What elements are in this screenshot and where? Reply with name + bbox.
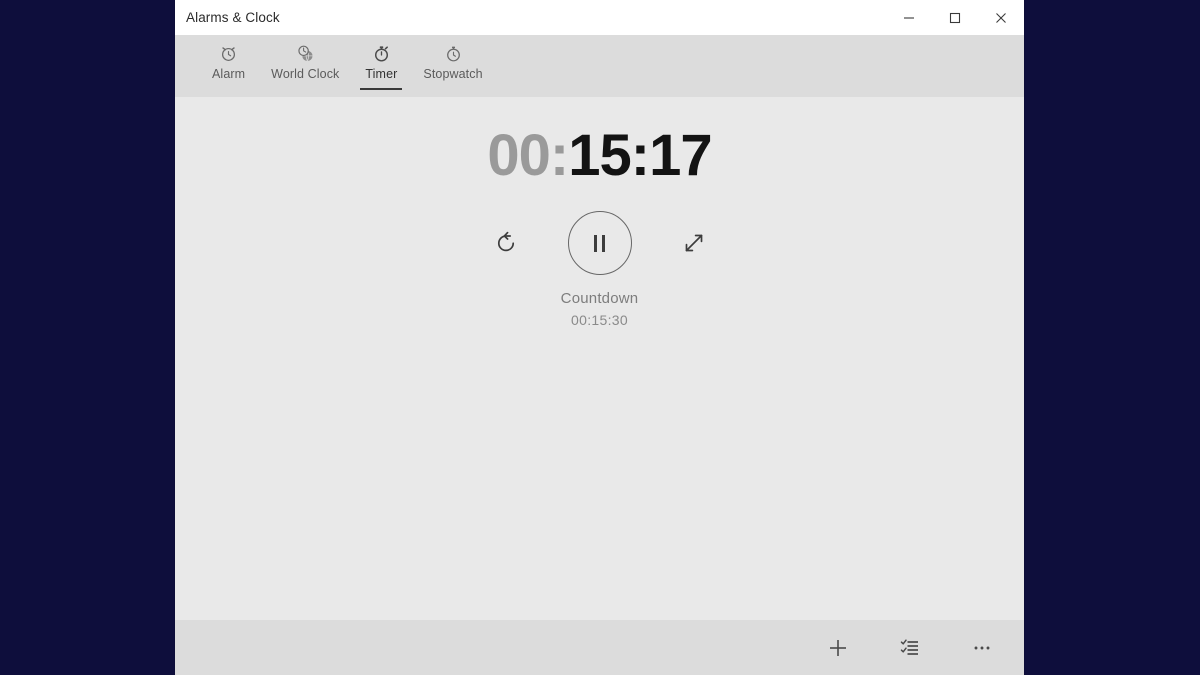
reset-button[interactable] [488,225,524,261]
reset-icon [497,231,514,252]
close-icon [996,12,1006,23]
tab-timer-label: Timer [365,67,398,81]
tab-bar: Alarm World Clock Timer Stopwatch [175,35,1024,97]
command-bar [175,620,1024,675]
maximize-icon [949,12,961,23]
timer-controls [488,211,712,275]
list-view-button[interactable] [888,628,932,668]
timer-seconds: 17 [649,123,713,188]
title-bar: Alarms & Clock [175,0,1024,35]
tab-timer[interactable]: Timer [352,35,410,97]
alarms-clock-window: Alarms & Clock Alarm World Clock Timer S… [175,0,1024,675]
minimize-button[interactable] [886,0,932,35]
stopwatch-icon [444,42,463,64]
timer-hours: 00 [487,123,551,188]
tab-stopwatch-label: Stopwatch [423,67,483,81]
timer-separator-2: : [630,123,650,188]
timer-minutes: 15 [568,123,632,188]
expand-icon [685,234,702,252]
minimize-icon [904,16,914,19]
tab-alarm-label: Alarm [212,67,246,81]
timer-separator-1: : [549,123,569,188]
expand-button[interactable] [676,225,712,261]
pause-icon [594,234,605,252]
timer-total-duration: 00:15:30 [571,312,628,328]
tab-world-clock-label: World Clock [271,67,340,81]
window-controls [886,0,1024,35]
tab-alarm[interactable]: Alarm [199,35,258,97]
tab-world-clock[interactable]: World Clock [258,35,352,97]
world-clock-icon [296,42,315,64]
timer-name-label: Countdown [560,290,639,307]
more-options-icon [974,646,990,649]
maximize-button[interactable] [932,0,978,35]
timer-icon [372,42,391,64]
add-timer-button[interactable] [816,628,860,668]
list-view-icon [900,638,918,655]
more-options-button[interactable] [960,628,1004,668]
timer-content-area: 00:15:17 Countdown 00:15:30 [175,97,1024,620]
window-title: Alarms & Clock [186,10,280,25]
close-button[interactable] [978,0,1024,35]
tab-stopwatch[interactable]: Stopwatch [410,35,495,97]
alarm-clock-icon [219,42,238,64]
add-icon [830,639,846,656]
timer-remaining-display: 00:15:17 [487,127,712,185]
pause-button[interactable] [567,211,632,275]
